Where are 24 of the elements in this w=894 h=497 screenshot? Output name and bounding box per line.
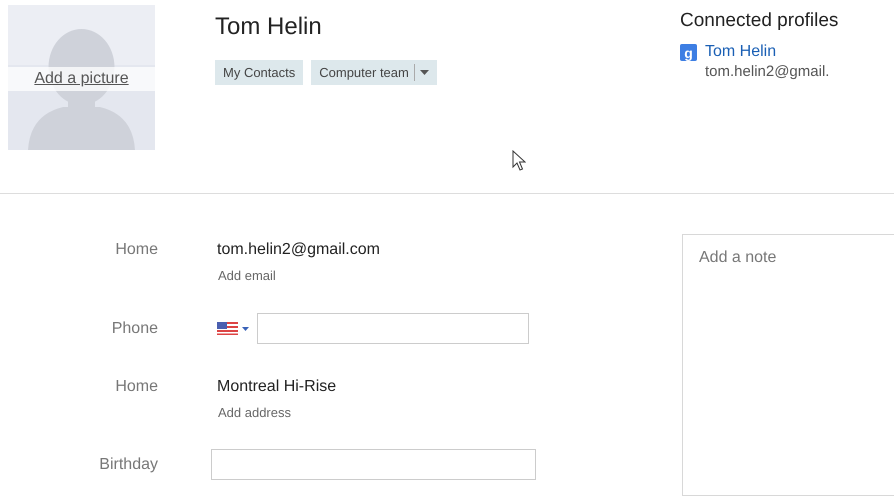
cursor-icon [512, 150, 526, 172]
flag-icon [217, 322, 238, 335]
group-dropdown[interactable]: Computer team [311, 60, 437, 85]
note-field[interactable]: Add a note [682, 234, 894, 496]
add-link[interactable]: Add email [211, 266, 276, 286]
field-value: tom.helin2@gmail.com [216, 240, 381, 260]
input-field[interactable] [211, 449, 536, 480]
caret-icon [420, 70, 429, 75]
profile-email: tom.helin2@gmail. [705, 62, 830, 82]
field-label: Phone [110, 319, 158, 339]
field-label: Home [114, 377, 158, 397]
contact-name: Tom Helin [215, 12, 323, 42]
field-label: Birthday [98, 455, 158, 475]
group-chip[interactable]: My Contacts [215, 60, 304, 85]
profile-name-link[interactable]: Tom Helin [705, 43, 776, 60]
field-value: Montreal Hi-Rise [216, 377, 338, 397]
country-dropdown[interactable] [217, 322, 249, 335]
caret-icon [242, 326, 249, 330]
phone-field[interactable] [257, 313, 529, 344]
field-label: Home [114, 240, 158, 260]
add-picture-link[interactable]: Add a picture [8, 67, 155, 91]
profile-service-icon: g [680, 44, 697, 61]
section-title: Connected profiles [680, 9, 838, 33]
add-link[interactable]: Add address [211, 403, 291, 423]
